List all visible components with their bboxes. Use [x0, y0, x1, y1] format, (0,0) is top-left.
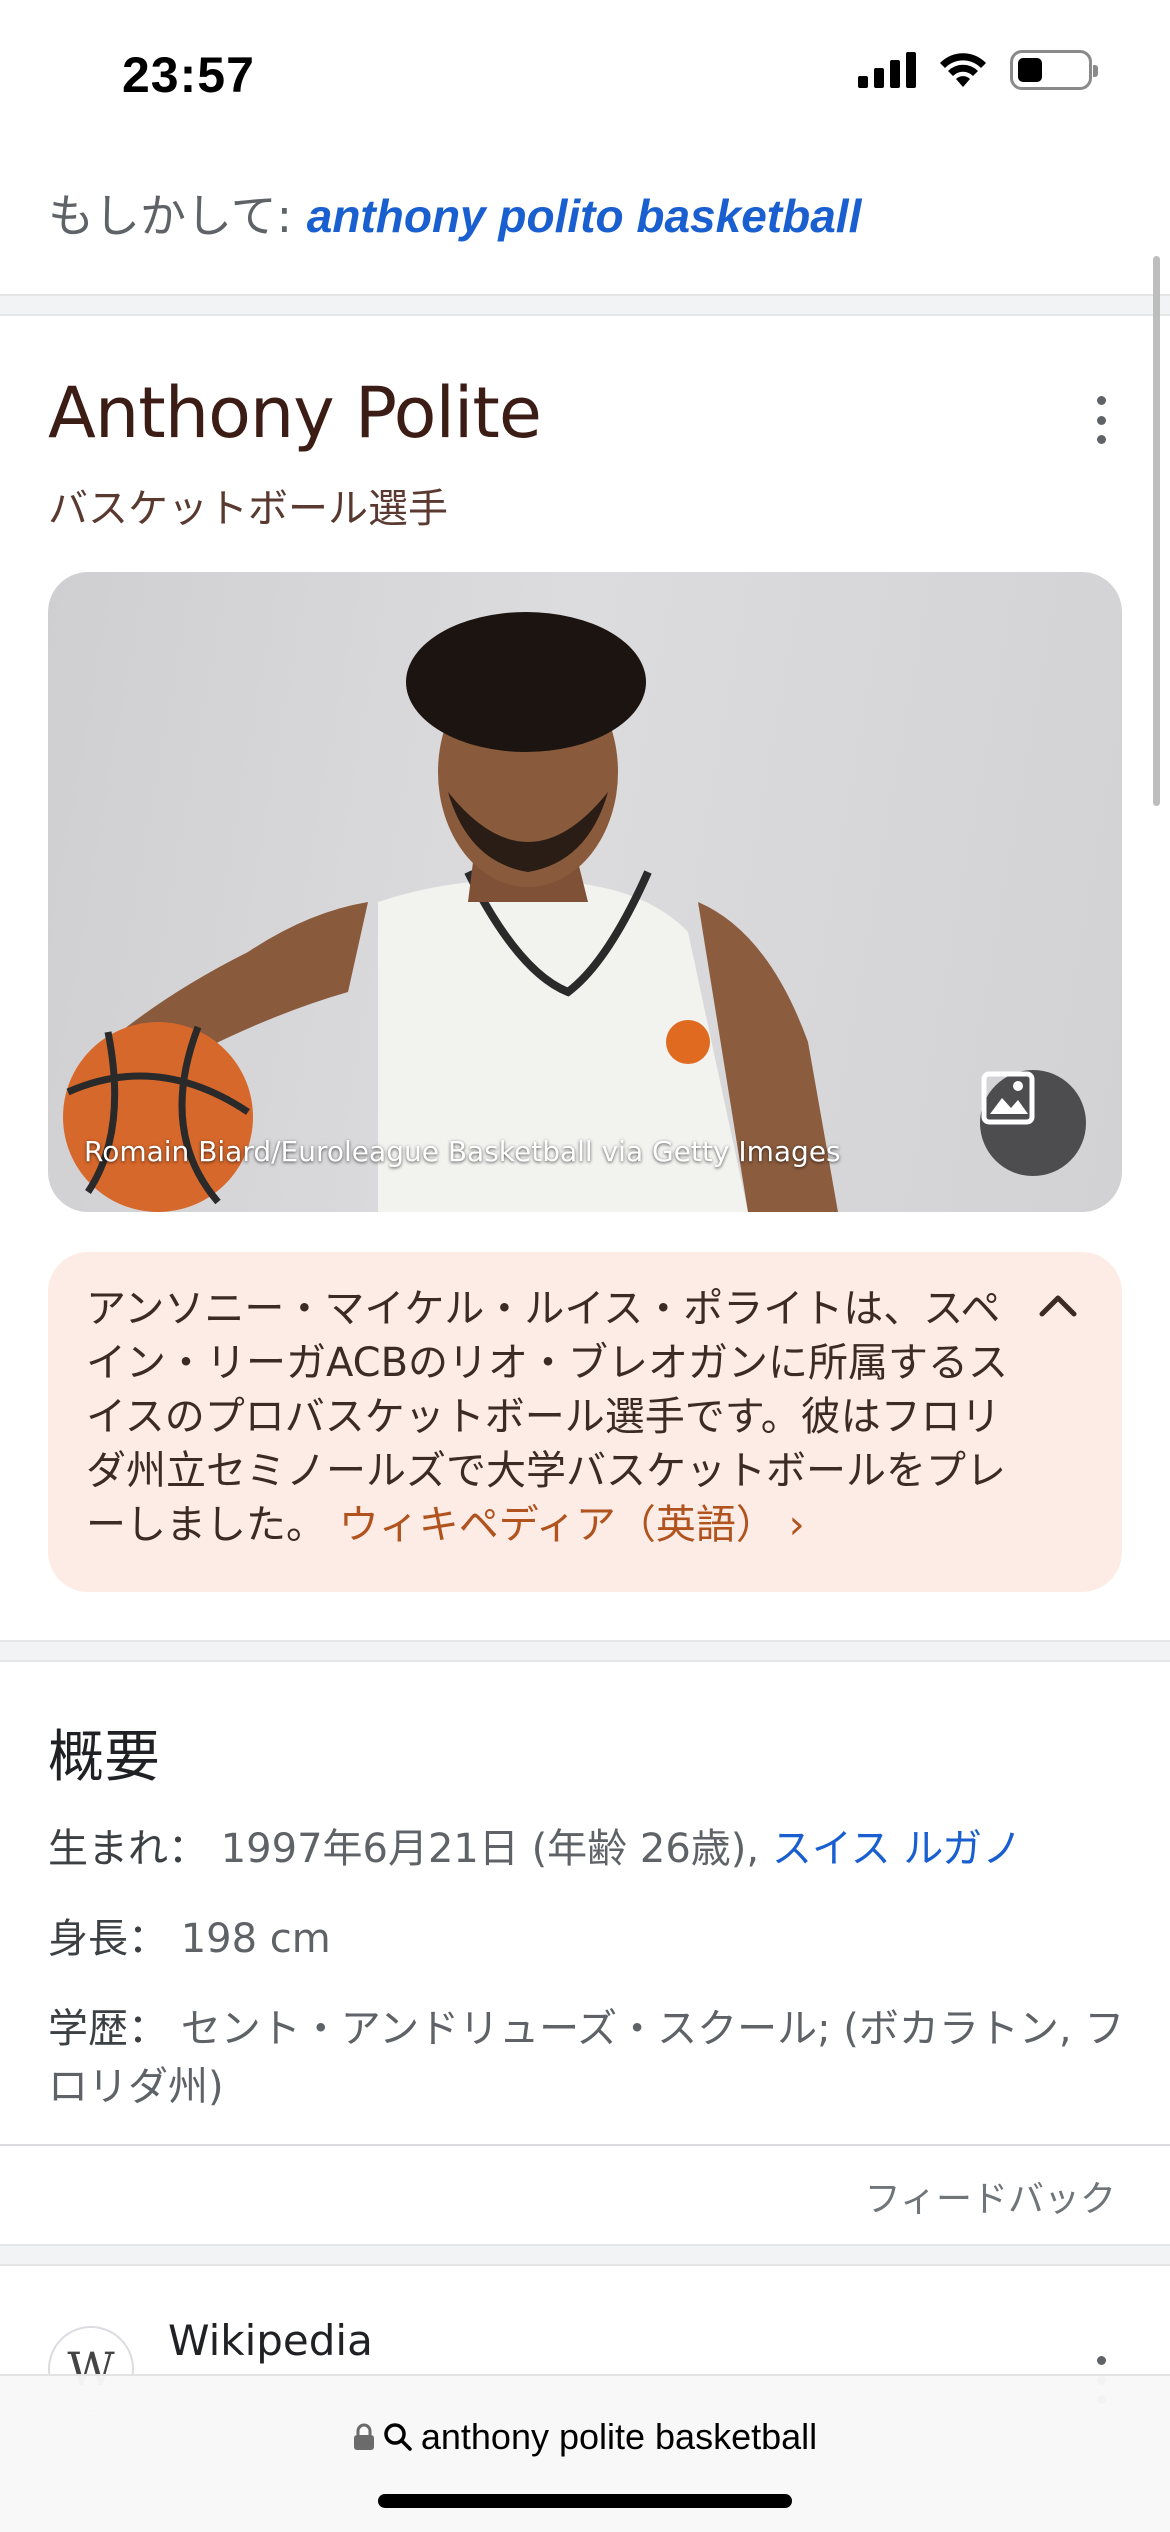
player-illustration: [63, 612, 838, 1212]
scrollbar[interactable]: [1153, 256, 1160, 806]
wifi-icon: [940, 53, 986, 87]
cellular-signal-icon: [858, 52, 916, 88]
chevron-up-icon[interactable]: [1038, 1292, 1078, 1318]
fact-born-place-link[interactable]: スイス ルガノ: [772, 1826, 1022, 1872]
status-bar: 23:57: [0, 0, 1170, 150]
address-bar[interactable]: anthony polite basketball: [0, 2416, 1170, 2458]
status-icons: [858, 50, 1098, 90]
status-time: 23:57: [122, 47, 255, 103]
fact-education-label: 学歴：: [48, 2006, 168, 2052]
feedback-divider: [0, 2144, 1170, 2146]
image-gallery-button[interactable]: [980, 1070, 1086, 1176]
home-indicator: [378, 2494, 792, 2508]
did-you-mean: もしかして: anthony polito basketball: [48, 180, 861, 246]
fact-born: 生まれ： 1997年6月21日 (年齢 26歳), スイス ルガノ: [48, 1820, 1128, 1878]
did-you-mean-link[interactable]: anthony polito basketball: [307, 190, 862, 242]
image-icon: [981, 1071, 1035, 1125]
lock-icon: [353, 2423, 374, 2450]
knowledge-panel-title: Anthony Polite: [48, 372, 542, 454]
section-divider: [0, 294, 1170, 316]
section-divider: [0, 1640, 1170, 1662]
browser-bottom-bar: anthony polite basketball: [0, 2374, 1170, 2532]
search-icon: [384, 2423, 412, 2451]
more-vert-icon[interactable]: [1086, 390, 1116, 450]
fact-born-value: 1997年6月21日 (年齢 26歳),: [220, 1826, 760, 1872]
battery-icon: [1010, 50, 1098, 90]
overview-title: 概要: [48, 1725, 160, 1790]
fact-height: 身長： 198 cm: [48, 1910, 1128, 1968]
address-text: anthony polite basketball: [420, 2416, 818, 2457]
fact-height-value: 198 cm: [180, 1916, 331, 1962]
section-divider: [0, 2244, 1170, 2266]
fact-education-value: セント・アンドリューズ・スクール; (ボカラトン, フロリダ州): [48, 2006, 1125, 2110]
fact-height-label: 身長：: [48, 1916, 168, 1962]
did-you-mean-prefix: もしかして:: [48, 189, 293, 243]
knowledge-panel-subtitle: バスケットボール選手: [48, 486, 448, 532]
player-photo[interactable]: Romain Biard/Euroleague Basketball via G…: [48, 572, 1122, 1212]
feedback-link[interactable]: フィードバック: [865, 2170, 1116, 2222]
fact-born-label: 生まれ：: [48, 1826, 208, 1872]
description-box: アンソニー・マイケル・ルイス・ポライトは、スペイン・リーガACBのリオ・ブレオガ…: [48, 1252, 1122, 1592]
result-source-title[interactable]: Wikipedia: [168, 2316, 373, 2365]
fact-education: 学歴： セント・アンドリューズ・スクール; (ボカラトン, フロリダ州): [48, 2000, 1128, 2116]
wikipedia-link[interactable]: ウィキペディア（英語）: [339, 1502, 776, 1548]
photo-credit: Romain Biard/Euroleague Basketball via G…: [84, 1135, 841, 1168]
chevron-right-icon: ›: [788, 1502, 805, 1548]
description-text: アンソニー・マイケル・ルイス・ポライトは、スペイン・リーガACBのリオ・ブレオガ…: [86, 1282, 1026, 1552]
